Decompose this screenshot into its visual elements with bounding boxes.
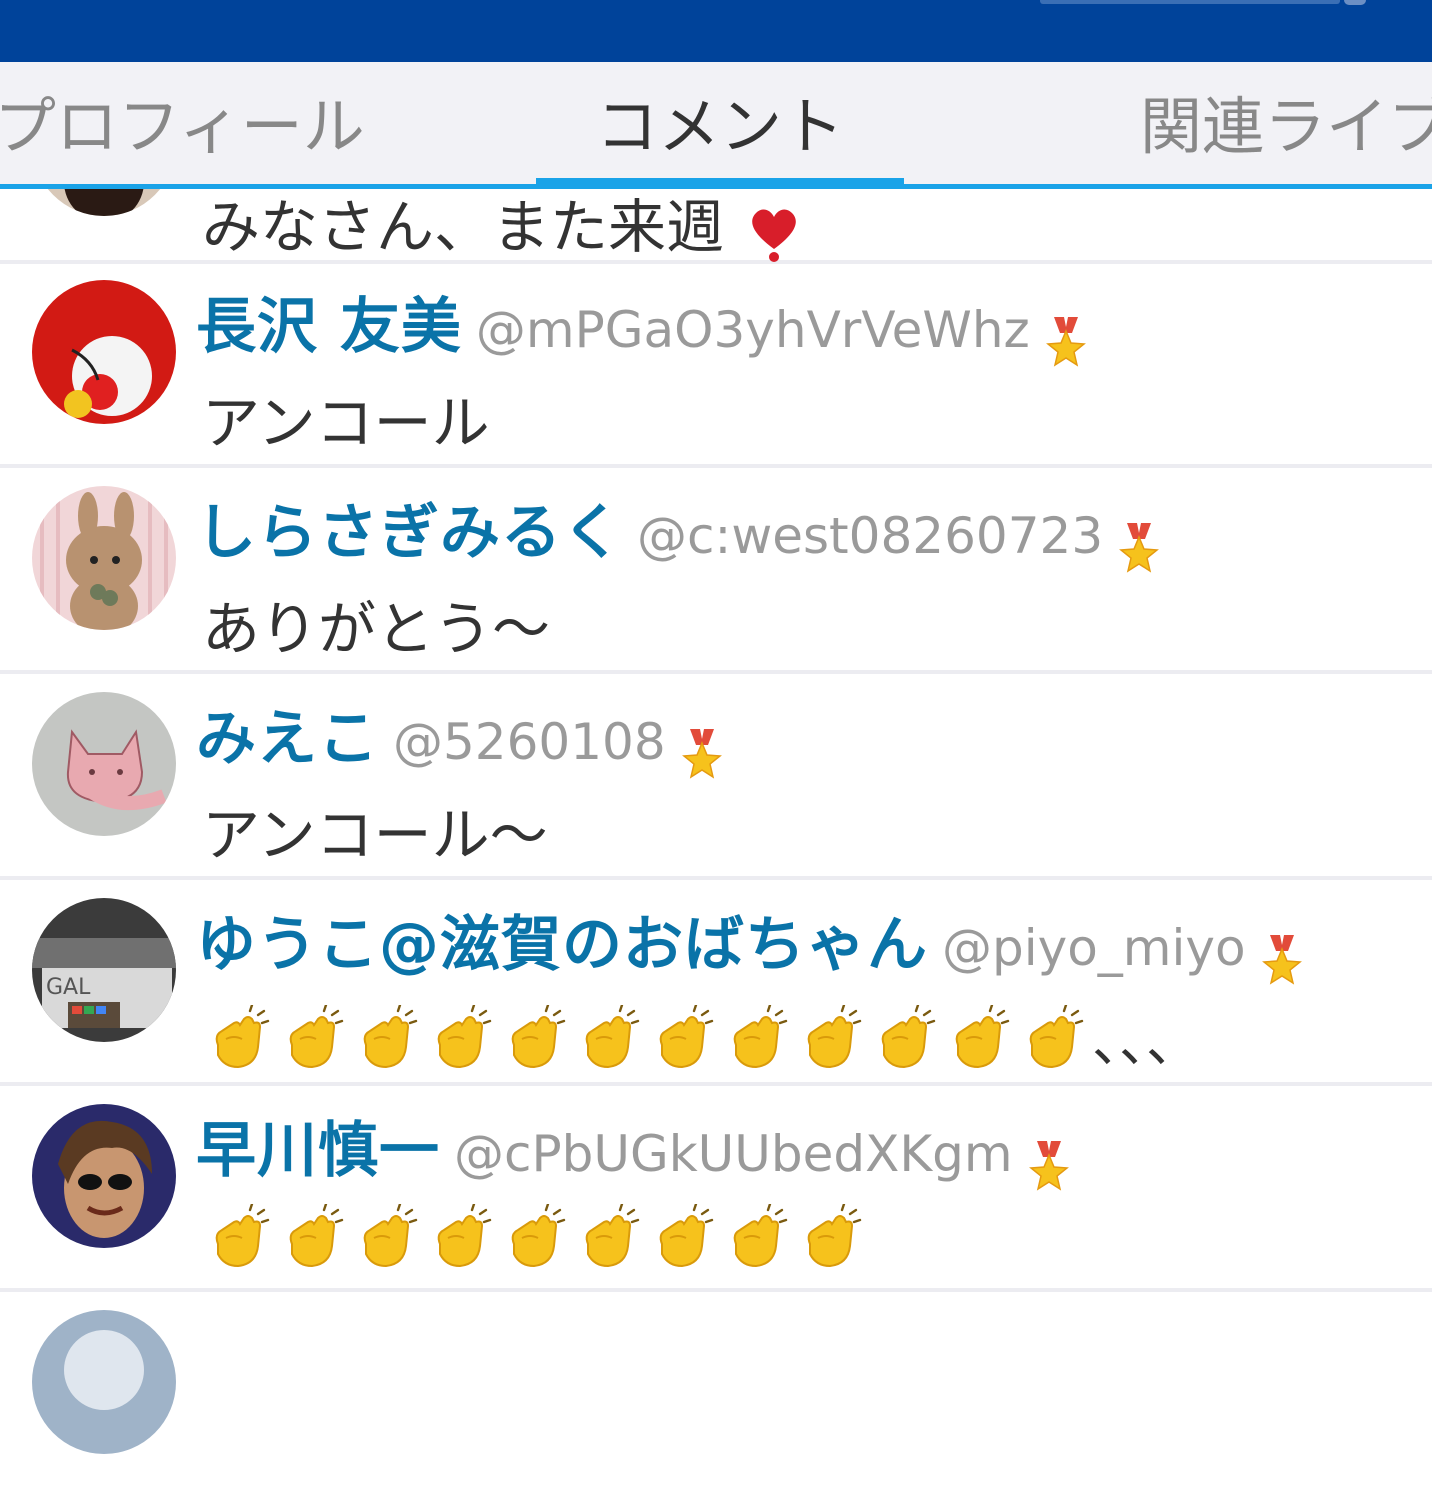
tab-profile[interactable]: プロフィール	[0, 62, 365, 188]
comment-text: アンコール	[202, 389, 490, 457]
user-handle: @piyo_miyo	[942, 919, 1246, 977]
clapping-hands-icon	[648, 1003, 714, 1071]
username[interactable]: しらさぎみるく	[196, 498, 623, 568]
clapping-hands-icon	[500, 1202, 566, 1270]
username[interactable]: 長沢 友美	[196, 292, 462, 362]
medal-icon	[681, 728, 722, 779]
tab-comment[interactable]: コメント	[536, 62, 904, 188]
comment-item: GAL ゆうこ@滋賀のおばちゃん @piyo_miyo 、、、	[0, 882, 1432, 1086]
avatar[interactable]	[32, 486, 176, 630]
user-handle: @c:west08260723	[637, 507, 1104, 565]
clapping-hands-icon	[870, 1003, 936, 1071]
clapping-hands-icon	[574, 1003, 640, 1071]
user-handle: @cPbUGkUUbedXKgm	[454, 1125, 1013, 1183]
clapping-hands-icon	[796, 1202, 862, 1270]
medal-icon	[1028, 1140, 1069, 1191]
comment-text: アンコール〜	[202, 801, 548, 869]
avatar[interactable]	[32, 1104, 176, 1248]
svg-text:GAL: GAL	[46, 975, 91, 1000]
username[interactable]: みえこ	[196, 704, 379, 774]
clapping-hands-icon	[1018, 1003, 1084, 1071]
tab-active-indicator	[536, 178, 904, 188]
clapping-hands-icon	[204, 1202, 270, 1270]
clapping-hands-icon	[426, 1003, 492, 1071]
clap-emoji-group	[204, 1202, 870, 1268]
clapping-hands-icon	[204, 1003, 270, 1071]
clapping-hands-icon	[426, 1202, 492, 1270]
clapping-hands-icon	[796, 1003, 862, 1071]
clapping-hands-icon	[722, 1003, 788, 1071]
avatar[interactable]	[32, 280, 176, 424]
comment-item: しらさぎみるく @c:west08260723 ありがとう〜	[0, 470, 1432, 674]
user-handle: @mPGaO3yhVrVeWhz	[475, 301, 1030, 359]
clapping-hands-icon	[352, 1003, 418, 1071]
comment-header: 早川慎一 @cPbUGkUUbedXKgm	[196, 1102, 1071, 1193]
comment-header: ゆうこ@滋賀のおばちゃん @piyo_miyo	[196, 896, 1304, 987]
comment-text: 、、、	[204, 998, 1200, 1077]
balloon-heart-icon	[752, 209, 797, 262]
comment-header: 長沢 友美 @mPGaO3yhVrVeWhz	[196, 278, 1088, 369]
clap-emoji-group	[204, 1003, 1092, 1068]
tab-bar: プロフィール コメント 関連ライブ	[0, 62, 1432, 188]
comment-header: みえこ @5260108	[196, 690, 724, 781]
comment-text-tail: 、、、	[1092, 1011, 1200, 1074]
avatar[interactable]	[32, 1310, 176, 1454]
avatar[interactable]	[32, 692, 176, 836]
user-handle: @5260108	[393, 713, 666, 771]
comment-header: しらさぎみるく @c:west08260723	[196, 484, 1161, 575]
clapping-hands-icon	[722, 1202, 788, 1270]
medal-icon	[1119, 522, 1160, 573]
comment-item: 早川慎一 @cPbUGkUUbedXKgm	[0, 1088, 1432, 1292]
username[interactable]: ゆうこ@滋賀のおばちゃん	[196, 910, 928, 980]
comment-item: 長沢 友美 @mPGaO3yhVrVeWhz アンコール	[0, 264, 1432, 468]
clapping-hands-icon	[278, 1202, 344, 1270]
comment-item	[0, 1294, 1432, 1494]
clapping-hands-icon	[278, 1003, 344, 1071]
avatar[interactable]: GAL	[32, 898, 176, 1042]
clapping-hands-icon	[944, 1003, 1010, 1071]
medal-icon	[1045, 316, 1086, 367]
clapping-hands-icon	[500, 1003, 566, 1071]
comment-text	[204, 1202, 870, 1270]
comment-text: みなさん、また来週	[202, 180, 806, 264]
username[interactable]: 早川慎一	[196, 1116, 440, 1186]
clapping-hands-icon	[574, 1202, 640, 1270]
medal-icon	[1261, 934, 1302, 985]
clapping-hands-icon	[648, 1202, 714, 1270]
comment-text: ありがとう〜	[202, 595, 551, 663]
clapping-hands-icon	[352, 1202, 418, 1270]
tab-related-live[interactable]: 関連ライブ	[1140, 62, 1432, 188]
comment-list[interactable]: みなさん、また来週 長沢 友美 @mPGaO3yhVrVeWhz アンコール しら…	[0, 0, 1432, 1494]
comment-item: みえこ @5260108 アンコール〜	[0, 676, 1432, 880]
